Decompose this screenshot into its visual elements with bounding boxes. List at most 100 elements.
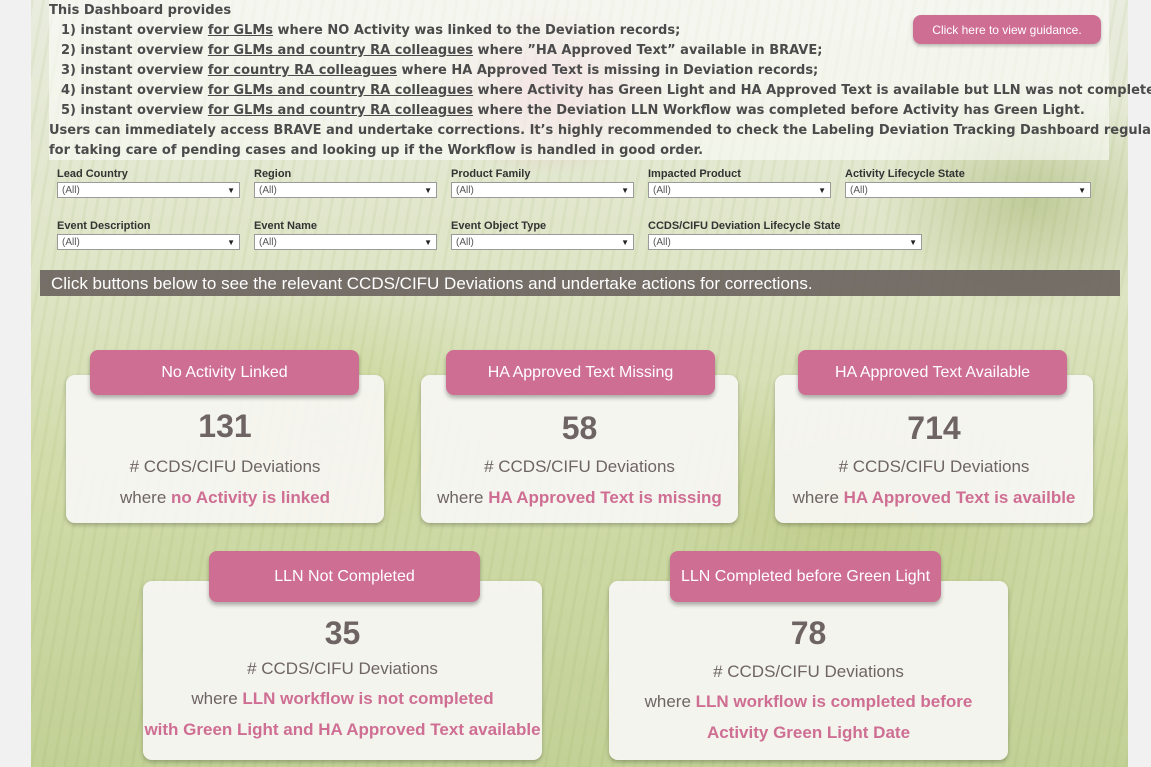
kpi-where: where: [437, 488, 489, 507]
kpi-count: 78: [790, 615, 827, 651]
product-family-select[interactable]: (All) ▼: [451, 182, 634, 198]
kpi-description: where HA Approved Text is missing: [421, 488, 738, 508]
intro-item: 5) instant overview for GLMs and country…: [49, 101, 1151, 121]
kpi-subtitle: # CCDS/CIFU Deviations: [713, 662, 904, 681]
dropdown-arrow-icon: ▼: [818, 186, 826, 195]
kpi-highlight: LLN workflow is completed before: [695, 692, 973, 711]
kpi-highlight: HA Approved Text is missing: [488, 488, 722, 507]
intro-item-link[interactable]: for GLMs and country RA colleagues: [208, 83, 473, 98]
event-description-select[interactable]: (All) ▼: [57, 234, 240, 250]
lln-not-completed-button[interactable]: LLN Not Completed: [209, 551, 480, 602]
filter-value: (All): [259, 185, 277, 196]
filter-product-family: Product Family (All) ▼: [451, 168, 634, 198]
kpi-card-lln-completed-before-green-light: 78 # CCDS/CIFU Deviations where LLN work…: [609, 581, 1008, 760]
intro-item-rest: where HA Approved Text is missing in Dev…: [397, 63, 819, 78]
deviation-lifecycle-state-select[interactable]: (All) ▼: [648, 234, 922, 250]
intro-item-link[interactable]: for GLMs and country RA colleagues: [208, 43, 473, 58]
impacted-product-select[interactable]: (All) ▼: [648, 182, 831, 198]
filter-deviation-lifecycle-state: CCDS/CIFU Deviation Lifecycle State (All…: [648, 220, 922, 250]
event-name-select[interactable]: (All) ▼: [254, 234, 437, 250]
filter-activity-lifecycle-state: Activity Lifecycle State (All) ▼: [845, 168, 1091, 198]
activity-lifecycle-state-select[interactable]: (All) ▼: [845, 182, 1091, 198]
intro-item-link[interactable]: for GLMs and country RA colleagues: [208, 103, 473, 118]
kpi-count: 58: [561, 410, 598, 446]
filter-value: (All): [653, 185, 671, 196]
kpi-card-lln-not-completed: 35 # CCDS/CIFU Deviations where LLN work…: [143, 581, 542, 760]
intro-item-link[interactable]: for GLMs: [208, 23, 273, 38]
filter-impacted-product: Impacted Product (All) ▼: [648, 168, 831, 198]
dropdown-arrow-icon: ▼: [424, 186, 432, 195]
filter-label: Region: [254, 168, 292, 180]
ha-approved-text-available-button[interactable]: HA Approved Text Available: [798, 350, 1067, 395]
filter-lead-country: Lead Country (All) ▼: [57, 168, 240, 198]
filter-value: (All): [259, 237, 277, 248]
filter-label: Product Family: [451, 168, 531, 180]
dropdown-arrow-icon: ▼: [227, 238, 235, 247]
intro-item-rest: where the Deviation LLN Workflow was com…: [473, 103, 1085, 118]
kpi-count: 131: [198, 408, 252, 444]
intro-footer: for taking care of pending cases and loo…: [49, 143, 704, 158]
filter-value: (All): [62, 185, 80, 196]
kpi-highlight: HA Approved Text is availble: [843, 488, 1076, 507]
filter-label: Event Description: [57, 220, 151, 232]
intro-item: 2) instant overview for GLMs and country…: [49, 41, 1151, 61]
kpi-highlight: LLN workflow is not completed: [242, 689, 494, 708]
ha-approved-text-missing-button[interactable]: HA Approved Text Missing: [446, 350, 715, 395]
kpi-description: where HA Approved Text is availble: [775, 488, 1093, 508]
kpi-where: where: [644, 692, 696, 711]
dropdown-arrow-icon: ▼: [227, 186, 235, 195]
kpi-count: 714: [907, 410, 961, 446]
intro-item: 3) instant overview for country RA colle…: [49, 61, 1151, 81]
dropdown-arrow-icon: ▼: [621, 186, 629, 195]
filter-label: CCDS/CIFU Deviation Lifecycle State: [648, 220, 841, 232]
kpi-description: where no Activity is linked: [66, 488, 384, 508]
kpi-description: where LLN workflow is not completed: [143, 689, 542, 709]
filter-label: Lead Country: [57, 168, 128, 180]
kpi-where: where: [191, 689, 243, 708]
filter-value: (All): [456, 237, 474, 248]
intro-item-rest: where NO Activity was linked to the Devi…: [273, 23, 681, 38]
filter-label: Impacted Product: [648, 168, 741, 180]
dropdown-arrow-icon: ▼: [621, 238, 629, 247]
filter-region: Region (All) ▼: [254, 168, 437, 198]
no-activity-linked-button[interactable]: No Activity Linked: [90, 350, 359, 395]
dropdown-arrow-icon: ▼: [1078, 186, 1086, 195]
intro-item-lead: 2) instant overview: [61, 43, 208, 58]
filter-event-name: Event Name (All) ▼: [254, 220, 437, 250]
filter-value: (All): [850, 185, 868, 196]
kpi-card-ha-text-available: 714 # CCDS/CIFU Deviations where HA Appr…: [775, 375, 1093, 523]
kpi-card-ha-text-missing: 58 # CCDS/CIFU Deviations where HA Appro…: [421, 375, 738, 523]
kpi-highlight-continued: Activity Green Light Date: [706, 723, 911, 742]
intro-item-lead: 1) instant overview: [61, 23, 208, 38]
event-object-type-select[interactable]: (All) ▼: [451, 234, 634, 250]
region-select[interactable]: (All) ▼: [254, 182, 437, 198]
kpi-count: 35: [324, 615, 361, 651]
intro-item: 4) instant overview for GLMs and country…: [49, 81, 1151, 101]
kpi-subtitle: # CCDS/CIFU Deviations: [838, 457, 1030, 476]
kpi-subtitle: # CCDS/CIFU Deviations: [129, 457, 321, 476]
dropdown-arrow-icon: ▼: [424, 238, 432, 247]
kpi-subtitle: # CCDS/CIFU Deviations: [484, 457, 675, 476]
kpi-highlight: no Activity is linked: [171, 488, 331, 507]
filter-label: Event Name: [254, 220, 317, 232]
intro-item-link[interactable]: for country RA colleagues: [208, 63, 397, 78]
instruction-banner: Click buttons below to see the relevant …: [40, 270, 1120, 296]
kpi-subtitle: # CCDS/CIFU Deviations: [247, 659, 438, 678]
filter-event-object-type: Event Object Type (All) ▼: [451, 220, 634, 250]
intro-item-rest: where ”HA Approved Text” available in BR…: [473, 43, 823, 58]
dropdown-arrow-icon: ▼: [909, 238, 917, 247]
kpi-where: where: [792, 488, 844, 507]
filter-label: Event Object Type: [451, 220, 547, 232]
filter-value: (All): [653, 237, 671, 248]
filter-event-description: Event Description (All) ▼: [57, 220, 240, 250]
kpi-highlight-continued: with Green Light and HA Approved Text av…: [144, 720, 541, 739]
view-guidance-button[interactable]: Click here to view guidance.: [913, 15, 1101, 44]
filter-label: Activity Lifecycle State: [845, 168, 965, 180]
intro-item-rest: where Activity has Green Light and HA Ap…: [473, 83, 1151, 98]
filter-value: (All): [62, 237, 80, 248]
lln-completed-before-green-light-button[interactable]: LLN Completed before Green Light: [670, 551, 941, 602]
kpi-description: where LLN workflow is completed before: [609, 692, 1008, 712]
intro-item-lead: 3) instant overview: [61, 63, 208, 78]
intro-item-lead: 5) instant overview: [61, 103, 208, 118]
lead-country-select[interactable]: (All) ▼: [57, 182, 240, 198]
